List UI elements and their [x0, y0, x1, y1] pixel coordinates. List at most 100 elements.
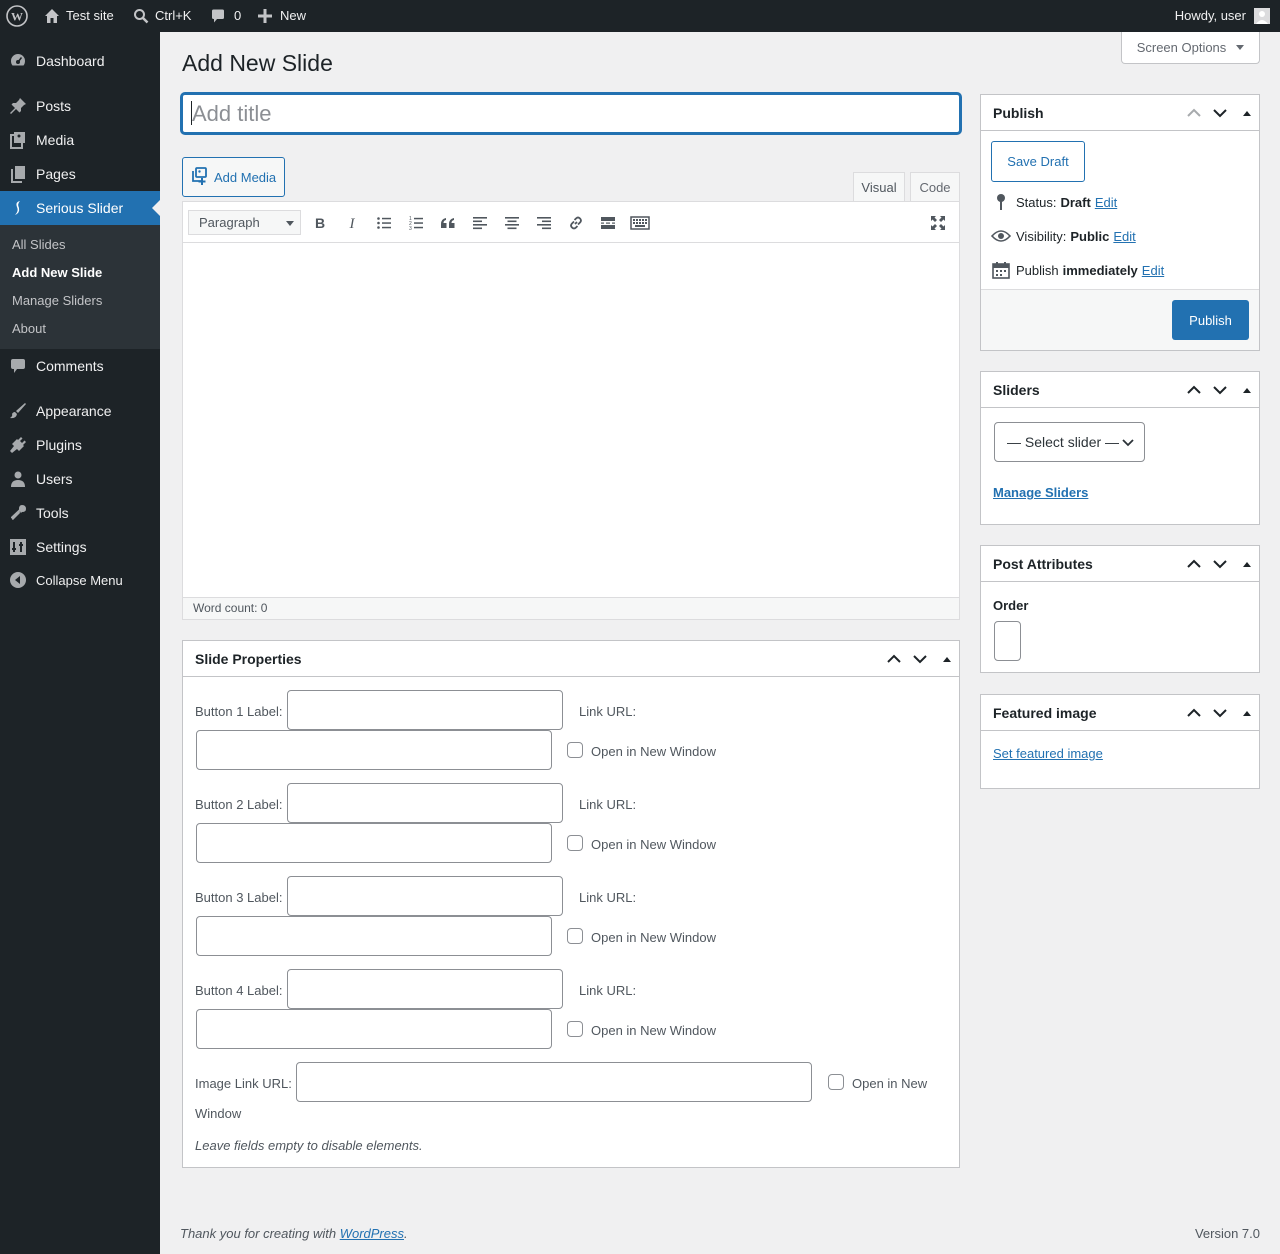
align-center-button[interactable]	[501, 212, 523, 234]
image-link-input[interactable]	[296, 1062, 812, 1102]
button-3-link-input[interactable]	[196, 916, 552, 956]
sidebar-item-appearance[interactable]: Appearance	[0, 394, 160, 428]
order-input[interactable]	[994, 621, 1021, 661]
button-3-new-window-label: Open in New Window	[591, 930, 716, 945]
sidebar-item-pages[interactable]: Pages	[0, 157, 160, 191]
button-1-label-input[interactable]	[287, 690, 563, 730]
toggle-panel-button[interactable]	[937, 649, 957, 669]
editor-content-area[interactable]	[183, 244, 959, 596]
move-up-button[interactable]	[1184, 703, 1204, 723]
set-featured-image-link[interactable]: Set featured image	[993, 746, 1103, 761]
move-up-button[interactable]	[1184, 554, 1204, 574]
button-1-new-window-checkbox[interactable]	[567, 742, 583, 758]
sidebar-item-comments[interactable]: Comments	[0, 349, 160, 383]
submenu-item-manage-sliders[interactable]: Manage Sliders	[12, 293, 102, 308]
button-3-new-window-checkbox[interactable]	[567, 928, 583, 944]
media-icon	[8, 130, 28, 150]
button-2-label-input[interactable]	[287, 783, 563, 823]
toggle-panel-button[interactable]	[1237, 103, 1257, 123]
button-4-link-input[interactable]	[196, 1009, 552, 1049]
home-icon	[44, 8, 60, 24]
move-down-button[interactable]	[1210, 554, 1230, 574]
sidebar-item-label: Plugins	[36, 437, 82, 453]
submenu-item-all-slides[interactable]: All Slides	[12, 237, 65, 252]
format-select[interactable]: Paragraph	[188, 210, 301, 235]
image-new-window-checkbox[interactable]	[828, 1074, 844, 1090]
move-up-button[interactable]	[1184, 103, 1204, 123]
save-draft-label: Save Draft	[1007, 154, 1069, 169]
align-left-button[interactable]	[469, 212, 491, 234]
insert-link-button[interactable]	[565, 212, 587, 234]
toggle-panel-button[interactable]	[1237, 703, 1257, 723]
button-2-link-input[interactable]	[196, 823, 552, 863]
move-up-button[interactable]	[884, 649, 904, 669]
post-status-row: Status: Draft Edit	[991, 192, 1117, 212]
dashboard-icon	[8, 51, 28, 71]
sidebar-item-media[interactable]: Media	[0, 123, 160, 157]
search-shortcut: Ctrl+K	[155, 8, 192, 23]
button-4-label-input[interactable]	[287, 969, 563, 1009]
submenu-item-about[interactable]: About	[12, 321, 46, 336]
sidebar-item-dashboard[interactable]: Dashboard	[0, 44, 160, 78]
button-3-link-label: Link URL:	[579, 890, 637, 905]
link-icon	[570, 216, 582, 230]
save-draft-button[interactable]: Save Draft	[991, 141, 1085, 182]
sidebar-item-posts[interactable]: Posts	[0, 89, 160, 123]
toggle-panel-button[interactable]	[1237, 380, 1257, 400]
blockquote-button[interactable]	[437, 212, 459, 234]
site-name-link[interactable]: Test site	[44, 0, 114, 32]
bold-button[interactable]: B	[309, 212, 331, 234]
tab-visual[interactable]: Visual	[853, 172, 905, 202]
numbered-list-button[interactable]: 123	[405, 212, 427, 234]
italic-button[interactable]: I	[341, 212, 363, 234]
move-up-button[interactable]	[1184, 380, 1204, 400]
triangle-up-icon	[1243, 562, 1251, 567]
sidebar-item-plugins[interactable]: Plugins	[0, 428, 160, 462]
edit-visibility-link[interactable]: Edit	[1113, 229, 1135, 244]
button-1-link-input[interactable]	[196, 730, 552, 770]
footer-thanks-prefix: Thank you for creating with	[180, 1226, 340, 1241]
comments-link[interactable]: 0	[210, 0, 241, 32]
title-input[interactable]: Add title	[181, 93, 961, 134]
move-down-button[interactable]	[1210, 703, 1230, 723]
postbox-title: Slide Properties	[195, 651, 302, 667]
sidebar-item-label: Appearance	[36, 403, 112, 419]
chevron-down-icon	[1122, 439, 1134, 447]
publish-button[interactable]: Publish	[1172, 300, 1249, 340]
tab-code[interactable]: Code	[910, 172, 960, 202]
add-media-button[interactable]: Add Media	[182, 157, 285, 197]
wordpress-link[interactable]: WordPress	[340, 1226, 404, 1241]
fullscreen-button[interactable]	[927, 212, 949, 234]
button-3-label-input[interactable]	[287, 876, 563, 916]
move-down-button[interactable]	[910, 649, 930, 669]
bulleted-list-button[interactable]	[373, 212, 395, 234]
read-more-button[interactable]	[597, 212, 619, 234]
my-account-link[interactable]: Howdy, user	[1175, 0, 1270, 32]
align-center-icon	[505, 217, 519, 230]
brush-icon	[8, 401, 28, 421]
manage-sliders-link[interactable]: Manage Sliders	[993, 485, 1088, 500]
command-palette-button[interactable]: Ctrl+K	[133, 0, 191, 32]
edit-publish-time-link[interactable]: Edit	[1142, 263, 1164, 278]
slider-select[interactable]: — Select slider —	[994, 422, 1145, 462]
button-2-new-window-checkbox[interactable]	[567, 835, 583, 851]
sidebar-item-settings[interactable]: Settings	[0, 530, 160, 564]
collapse-menu-button[interactable]: Collapse Menu	[0, 563, 160, 597]
toggle-panel-button[interactable]	[1237, 554, 1257, 574]
triangle-up-icon	[1243, 388, 1251, 393]
new-content-link[interactable]: New	[258, 0, 306, 32]
edit-status-link[interactable]: Edit	[1095, 195, 1117, 210]
sidebar-item-serious-slider[interactable]: Serious Slider	[0, 191, 160, 225]
move-down-button[interactable]	[1210, 380, 1230, 400]
sidebar-item-users[interactable]: Users	[0, 462, 160, 496]
toolbar-toggle-button[interactable]	[629, 212, 651, 234]
screen-options-button[interactable]: Screen Options	[1121, 32, 1260, 64]
align-right-button[interactable]	[533, 212, 555, 234]
move-down-button[interactable]	[1210, 103, 1230, 123]
submenu-item-add-new-slide[interactable]: Add New Slide	[12, 265, 102, 280]
button-1-label: Button 1 Label:	[195, 704, 283, 719]
wordpress-logo-icon[interactable]: W	[6, 0, 28, 32]
button-4-new-window-checkbox[interactable]	[567, 1021, 583, 1037]
triangle-up-icon	[1243, 111, 1251, 116]
sidebar-item-tools[interactable]: Tools	[0, 496, 160, 530]
